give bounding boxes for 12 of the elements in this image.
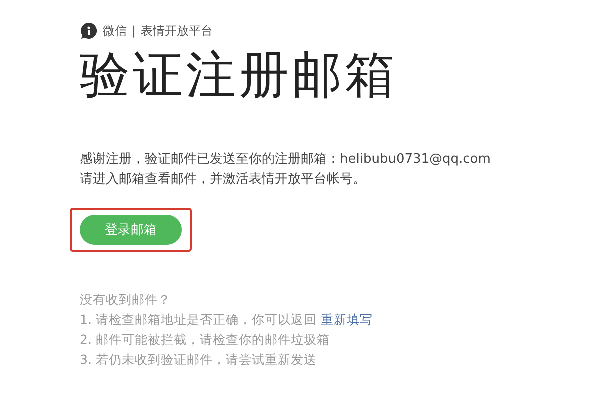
message-text: 感谢注册，验证邮件已发送至你的注册邮箱：helibubu0731@qq.com — [80, 151, 492, 169]
refill-link[interactable]: 重新填写 — [320, 312, 373, 327]
product-name: 表情开放平台 — [141, 22, 214, 40]
page-title: 验证注册邮箱 — [80, 45, 399, 106]
help-tip: 2. 邮件可能被拦截，请检查你的邮件垃圾箱 — [80, 331, 331, 349]
help-tip: 1. 请检查邮箱地址是否正确，你可以返回 重新填写 — [80, 311, 374, 329]
brand-divider: | — [132, 24, 136, 38]
message-text: 请进入邮箱查看邮件，并激活表情开放平台帐号。 — [80, 171, 367, 189]
help-heading: 没有收到邮件？ — [80, 291, 172, 309]
chat-bubble-icon — [80, 22, 98, 40]
brand-name: 微信 — [103, 22, 127, 40]
help-tip: 3. 若仍未收到验证邮件，请尝试重新发送 — [80, 351, 318, 369]
